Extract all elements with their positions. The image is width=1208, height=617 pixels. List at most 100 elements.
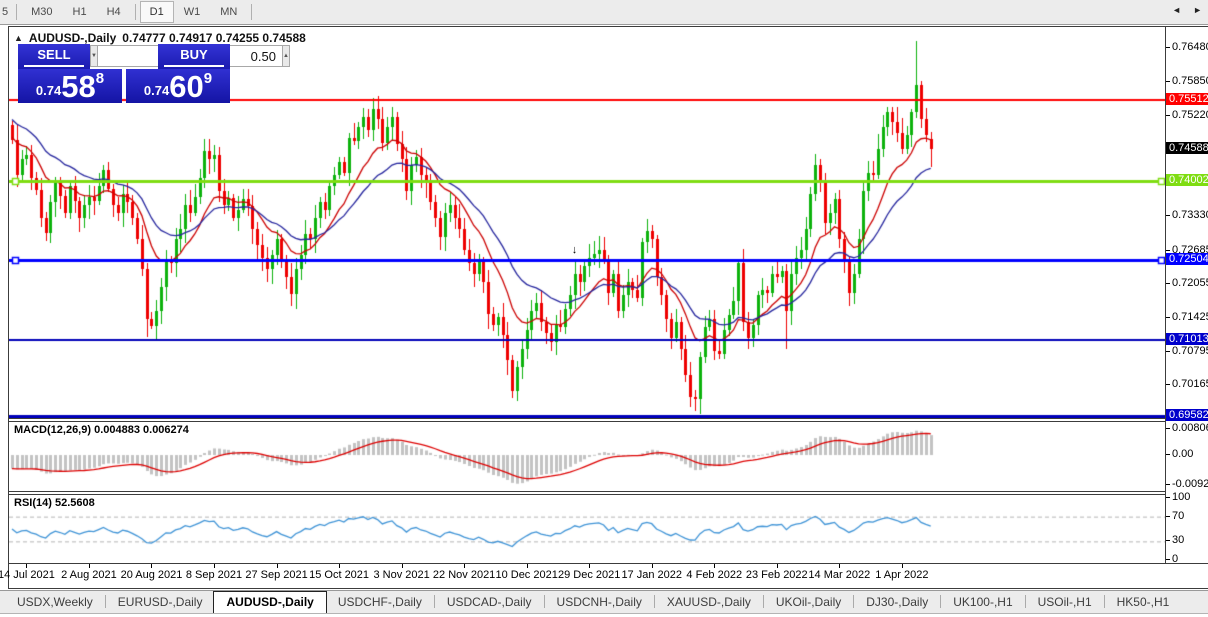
toolbar-separator	[134, 4, 136, 20]
chart-tab-usdcnh[interactable]: USDCNH-,Daily	[546, 592, 653, 613]
rsi-axis-tick: 100	[1165, 491, 1191, 504]
date-axis-tick	[339, 564, 341, 568]
price-axis-badge: 0.74588	[1166, 142, 1208, 155]
timeframe-button-d1[interactable]: D1	[139, 1, 174, 23]
date-axis-tick	[464, 564, 466, 568]
buy-price-quote[interactable]: 0.74 60 9	[126, 69, 230, 103]
chart-tab-usdcad[interactable]: USDCAD-,Daily	[436, 592, 543, 613]
date-axis-tick	[26, 564, 28, 568]
chart-tab-eurusd[interactable]: EURUSD-,Daily	[107, 592, 214, 613]
volume-stepper: ▼ ▲	[90, 45, 290, 67]
timeframe-button-mn[interactable]: MN	[210, 1, 247, 23]
mt4-terminal: 5 M30 H1 H4 D1 W1 MN ▲ AUDUSD-,Daily 0.74777 0…	[0, 0, 1208, 617]
timeframe-button-w1[interactable]: W1	[174, 1, 211, 23]
chart-ohlc-values: 0.74777 0.74917 0.74255 0.74588	[122, 31, 306, 45]
timeframe-button-m30[interactable]: M30	[21, 1, 62, 23]
volume-decrease-icon[interactable]: ▼	[90, 45, 98, 67]
price-axis-tick: 0.75220	[1166, 109, 1208, 121]
tab-separator	[940, 595, 942, 608]
macd-pane-bottom-border[interactable]	[8, 491, 1165, 492]
toolbar-separator	[251, 4, 253, 20]
macd-label: MACD(12,26,9) 0.004883 0.006274	[14, 424, 189, 436]
collapse-panel-icon[interactable]: ▲	[14, 33, 23, 43]
timeframe-button-h1[interactable]: H1	[63, 1, 97, 23]
timeframe-button-5[interactable]: 5	[0, 1, 12, 23]
buy-price-prefix: 0.74	[143, 83, 170, 98]
chart-tab-usdchf[interactable]: USDCHF-,Daily	[327, 592, 433, 613]
price-axis-tick: 0.70165	[1166, 378, 1208, 390]
chart-tab-bar: USDX,Weekly EURUSD-,Daily AUDUSD-,Daily USD…	[0, 590, 1208, 614]
macd-axis-tick: -0.00928	[1165, 478, 1208, 490]
tab-scroll-left-icon[interactable]: ◄	[1172, 5, 1181, 15]
sell-price-quote[interactable]: 0.74 58 8	[18, 69, 122, 103]
tab-separator	[853, 595, 855, 608]
price-axis-separator[interactable]	[1165, 26, 1166, 563]
price-axis-badge: 0.74002	[1166, 173, 1208, 186]
down-arrow-marker[interactable]: ↓	[572, 244, 578, 256]
chart-tab-usdx[interactable]: USDX,Weekly	[6, 592, 104, 613]
chart-header: ▲ AUDUSD-,Daily 0.74777 0.74917 0.74255 …	[14, 31, 306, 45]
date-axis-tick	[401, 564, 403, 568]
price-axis-tick: 0.72055	[1166, 277, 1208, 289]
price-axis-tick: 0.75850	[1166, 75, 1208, 87]
rsi-axis-tick: 70	[1165, 509, 1185, 522]
date-axis-tick	[88, 564, 90, 568]
chart-tab-ukoil[interactable]: UKOil-,Daily	[765, 592, 852, 613]
buy-button[interactable]: BUY	[158, 44, 230, 70]
buy-price-pip: 9	[203, 70, 213, 87]
macd-axis-tick: 0.00	[1165, 448, 1194, 461]
sell-price-pip: 8	[95, 70, 105, 87]
sell-price-big: 58	[61, 69, 96, 104]
chart-symbol-label: AUDUSD-,Daily	[28, 31, 117, 45]
sell-button[interactable]: SELL	[18, 44, 90, 70]
price-axis-tick: 0.70795	[1166, 345, 1208, 357]
tab-separator	[1103, 595, 1105, 608]
tab-separator	[433, 595, 435, 608]
chart-tab-dj30[interactable]: DJ30-,Daily	[855, 592, 939, 613]
price-axis-badge: 0.71013	[1166, 332, 1208, 345]
macd-axis-tick: 0.008061	[1166, 422, 1208, 434]
chart-tab-xauusd[interactable]: XAUUSD-,Daily	[656, 592, 762, 613]
chart-tab-audusd[interactable]: AUDUSD-,Daily	[213, 591, 327, 614]
toolbar-separator	[16, 4, 18, 20]
timeframe-toolbar: 5 M30 H1 H4 D1 W1 MN	[0, 0, 1208, 25]
rsi-indicator-canvas[interactable]	[9, 495, 1165, 563]
chart-tab-uk100[interactable]: UK100-,H1	[942, 592, 1023, 613]
buy-underline	[164, 65, 224, 67]
price-axis-badge: 0.72504	[1166, 253, 1208, 266]
price-axis-tick: 0.76480	[1166, 41, 1208, 53]
tab-separator	[543, 595, 545, 608]
tab-separator	[1024, 595, 1026, 608]
date-axis-tick	[714, 564, 716, 568]
date-axis-tick	[214, 564, 216, 568]
tab-separator	[104, 595, 106, 608]
date-axis-tick	[276, 564, 278, 568]
date-axis-tick	[651, 564, 653, 568]
date-axis-tick	[526, 564, 528, 568]
rsi-label: RSI(14) 52.5608	[14, 497, 95, 509]
one-click-trade-panel: SELL ▼ ▲ BUY 0.74588 0.74609	[18, 44, 290, 103]
date-axis-tick	[589, 564, 591, 568]
volume-increase-icon[interactable]: ▲	[281, 45, 290, 67]
rsi-axis-tick: 0	[1165, 552, 1179, 565]
date-axis-tick	[901, 564, 903, 568]
chart-window-bottom-border	[8, 588, 1208, 589]
sell-price-prefix: 0.74	[35, 83, 62, 98]
buy-price-big: 60	[169, 69, 204, 104]
price-axis-tick: 0.73330	[1166, 209, 1208, 221]
date-axis-tick	[151, 564, 153, 568]
status-strip	[0, 613, 1208, 617]
chart-tab-hk50[interactable]: HK50-,H1	[1106, 592, 1181, 613]
chart-tab-usoil[interactable]: USOil-,H1	[1027, 592, 1103, 613]
price-axis-badge: 0.69582	[1166, 409, 1208, 422]
tab-separator	[762, 595, 764, 608]
tab-separator	[653, 595, 655, 608]
timeframe-button-h4[interactable]: H4	[97, 1, 131, 23]
date-axis-tick	[839, 564, 841, 568]
tab-scroll-right-icon[interactable]: ►	[1193, 5, 1202, 15]
price-axis-badge: 0.75512	[1166, 92, 1208, 105]
date-axis-tick	[776, 564, 778, 568]
rsi-axis-tick: 30	[1165, 534, 1185, 547]
rsi-pane-bottom-border	[8, 563, 1208, 564]
main-pane-bottom-border	[8, 418, 1165, 419]
